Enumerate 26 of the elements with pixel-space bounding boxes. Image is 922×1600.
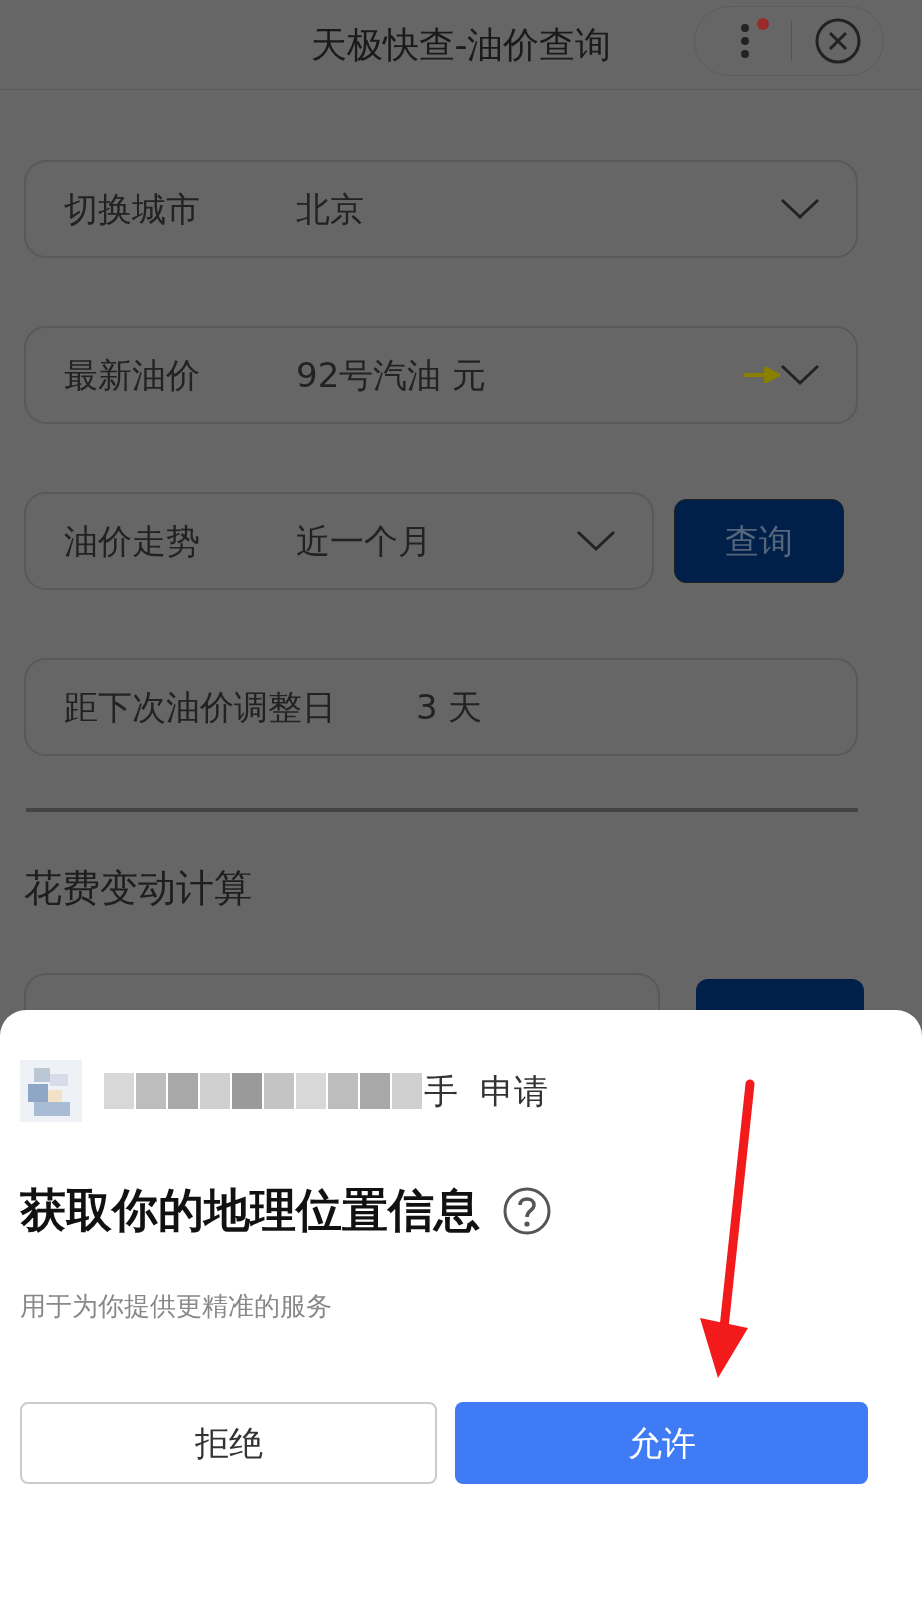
window-title: 天极快查-油价查询 — [309, 23, 613, 67]
field-value: 3 天 — [416, 685, 484, 729]
chevron-down-icon — [576, 530, 616, 552]
app-icon — [20, 1060, 82, 1122]
chevron-down-icon — [780, 198, 820, 220]
section-title: 花费变动计算 — [24, 865, 253, 912]
field-label: 切换城市 — [64, 187, 201, 231]
field-value: 92号汽油 元 — [296, 353, 488, 397]
field-value: 北京 — [296, 187, 365, 231]
field-label: 距下次油价调整日 — [64, 685, 337, 729]
dropdown-field[interactable]: 切换城市 北京 — [24, 160, 858, 258]
dropdown-field[interactable]: 油价走势 近一个月 — [24, 492, 654, 590]
chevron-down-icon — [780, 364, 820, 386]
app-name: 手 — [424, 1069, 458, 1113]
field-label: 最新油价 — [64, 353, 201, 397]
dropdown-field[interactable]: 最新油价 92号汽油 元 — [24, 326, 858, 424]
request-text: 申请 — [480, 1069, 548, 1113]
close-icon[interactable] — [814, 17, 862, 65]
deny-button[interactable]: 拒绝 — [20, 1402, 437, 1484]
dialog-title: 获取你的地理位置信息 — [20, 1182, 480, 1239]
dialog-description: 用于为你提供更精准的服务 — [20, 1290, 333, 1323]
field-value: 近一个月 — [296, 519, 433, 563]
help-icon[interactable] — [502, 1185, 552, 1236]
allow-button[interactable]: 允许 — [455, 1402, 868, 1484]
query-button[interactable]: 查询 — [674, 499, 844, 583]
field-label: 油价走势 — [64, 519, 201, 563]
